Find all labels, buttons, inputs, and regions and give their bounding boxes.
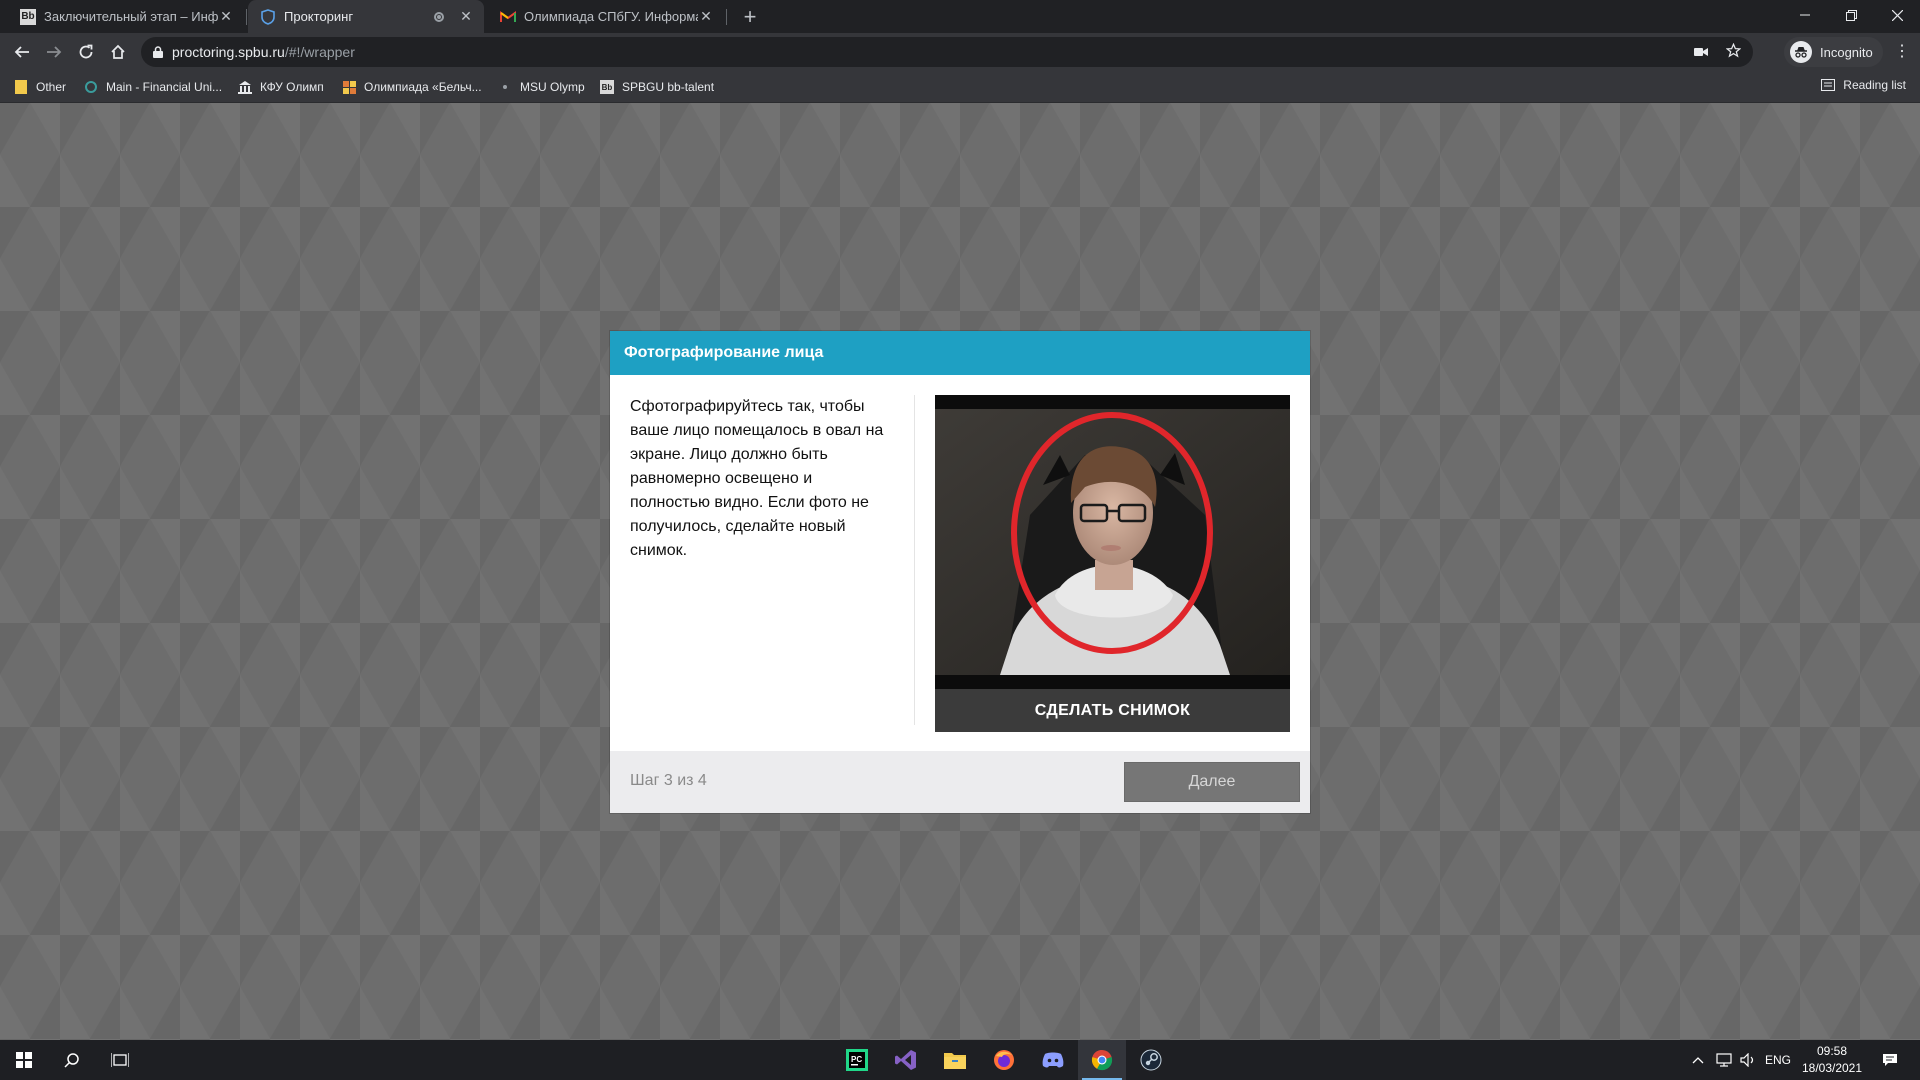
recording-indicator-icon: [434, 11, 444, 22]
shield-icon: [260, 8, 276, 25]
steam-icon[interactable]: [1127, 1040, 1175, 1080]
network-icon[interactable]: [1716, 1040, 1732, 1080]
divider: [914, 395, 915, 725]
reload-icon[interactable]: [72, 38, 100, 66]
blackboard-icon: Bb: [20, 8, 36, 25]
dialog-body: Сфотографируйтесь так, чтобы ваше лицо п…: [610, 375, 1310, 751]
reading-list-button[interactable]: Reading list: [1821, 78, 1906, 92]
search-icon[interactable]: [48, 1044, 96, 1076]
bookmark-financial-uni[interactable]: Main - Financial Uni...: [84, 78, 222, 96]
url-host: proctoring.spbu.ru: [172, 44, 285, 60]
page-background: Фотографирование лица Сфотографируйтесь …: [0, 103, 1920, 1040]
language-indicator[interactable]: ENG: [1765, 1040, 1791, 1080]
visual-studio-icon[interactable]: [882, 1040, 930, 1080]
gmail-icon: [500, 9, 516, 25]
tab-title: Олимпиада СПбГУ. Информати: [524, 9, 698, 24]
webcam-feed-image: [935, 395, 1290, 689]
tab-title: Заключительный этап – Инфор: [44, 9, 218, 24]
incognito-icon: [1790, 41, 1812, 63]
bookmark-label: КФУ Олимп: [260, 80, 324, 94]
bookmark-belch-olympiad[interactable]: Олимпиада «Бельч...: [342, 78, 482, 96]
leaf-icon: [84, 80, 98, 94]
more-menu-icon[interactable]: ⋮: [1894, 42, 1910, 62]
bookmark-kfu-olymp[interactable]: КФУ Олимп: [238, 78, 324, 96]
address-bar[interactable]: proctoring.spbu.ru/#!/wrapper: [141, 37, 1753, 67]
new-tab-button[interactable]: +: [736, 3, 764, 31]
dot-icon: [498, 80, 512, 94]
bookmark-spbgu-bb-talent[interactable]: Bb SPBGU bb-talent: [600, 78, 714, 96]
show-hidden-icons-icon[interactable]: [1692, 1040, 1704, 1080]
bookmark-other[interactable]: Other: [14, 78, 66, 96]
file-explorer-icon[interactable]: [931, 1040, 979, 1080]
tab-bar: Bb Заключительный этап – Инфор ✕ Проктор…: [0, 0, 1920, 33]
browser-toolbar: proctoring.spbu.ru/#!/wrapper Incognito …: [0, 33, 1920, 71]
tab-olympiad-informatics[interactable]: Олимпиада СПбГУ. Информати ✕: [488, 0, 724, 33]
bookmark-label: Main - Financial Uni...: [106, 80, 223, 94]
close-icon[interactable]: ✕: [698, 8, 714, 25]
close-icon[interactable]: ✕: [458, 8, 474, 25]
bookmark-star-icon[interactable]: [1725, 42, 1742, 61]
tab-title: Прокторинг: [284, 9, 354, 24]
lock-icon[interactable]: [153, 46, 163, 58]
window-close-icon[interactable]: [1874, 0, 1920, 30]
discord-icon[interactable]: [1029, 1040, 1077, 1080]
reading-list-label: Reading list: [1843, 78, 1906, 92]
blackboard-icon: Bb: [600, 80, 614, 94]
back-icon[interactable]: [8, 38, 36, 66]
svg-text:PC: PC: [851, 1055, 862, 1064]
next-button[interactable]: Далее: [1124, 762, 1300, 802]
windows-taskbar: PC ENG 09:58 18/03/2021: [0, 1040, 1920, 1080]
dialog-title: Фотографирование лица: [610, 331, 1310, 375]
chrome-icon[interactable]: [1078, 1040, 1126, 1080]
dialog-footer: Шаг 3 из 4 Далее: [610, 751, 1310, 813]
tab-separator: [726, 9, 727, 25]
camera-in-use-icon[interactable]: [1694, 44, 1708, 60]
building-icon: [238, 80, 252, 94]
bookmark-label: SPBGU bb-talent: [622, 80, 715, 94]
clock-date: 18/03/2021: [1801, 1061, 1863, 1075]
face-photo-dialog: Фотографирование лица Сфотографируйтесь …: [610, 331, 1310, 813]
take-snapshot-button[interactable]: СДЕЛАТЬ СНИМОК: [935, 689, 1290, 732]
forward-icon[interactable]: [40, 38, 68, 66]
clock-time: 09:58: [1816, 1044, 1848, 1058]
bookmark-msu-olymp[interactable]: MSU Olymp: [498, 78, 585, 96]
firefox-icon[interactable]: [980, 1040, 1028, 1080]
incognito-indicator[interactable]: Incognito: [1784, 37, 1883, 67]
reading-list-icon: [1821, 79, 1836, 91]
bookmark-label: MSU Olymp: [520, 80, 585, 94]
mosaic-icon: [342, 80, 356, 94]
instructions-text: Сфотографируйтесь так, чтобы ваше лицо п…: [630, 398, 884, 559]
close-icon[interactable]: ✕: [218, 8, 234, 25]
pycharm-icon[interactable]: PC: [833, 1040, 881, 1080]
windows-start-icon[interactable]: [0, 1044, 48, 1076]
bookmarks-bar: Other Main - Financial Uni... КФУ Олимп …: [0, 71, 1920, 103]
bookmark-label: Other: [36, 80, 67, 94]
restore-icon[interactable]: [1828, 0, 1874, 30]
url-path: /#!/wrapper: [284, 44, 355, 60]
incognito-label: Incognito: [1820, 44, 1873, 60]
system-clock[interactable]: 09:58 18/03/2021: [1790, 1043, 1874, 1077]
tab-olympiad-final[interactable]: Bb Заключительный этап – Инфор ✕: [8, 0, 244, 33]
minimize-icon[interactable]: [1782, 0, 1828, 30]
home-icon[interactable]: [104, 38, 132, 66]
notifications-icon[interactable]: [1882, 1040, 1898, 1080]
volume-icon[interactable]: [1740, 1040, 1756, 1080]
bookmark-label: Олимпиада «Бельч...: [364, 80, 482, 94]
step-indicator: Шаг 3 из 4: [630, 772, 707, 789]
tab-proctoring[interactable]: Прокторинг ✕: [248, 0, 484, 33]
folder-icon: [14, 80, 28, 94]
tab-separator: [246, 9, 247, 25]
task-view-icon[interactable]: [96, 1044, 144, 1076]
camera-preview: [935, 395, 1290, 689]
